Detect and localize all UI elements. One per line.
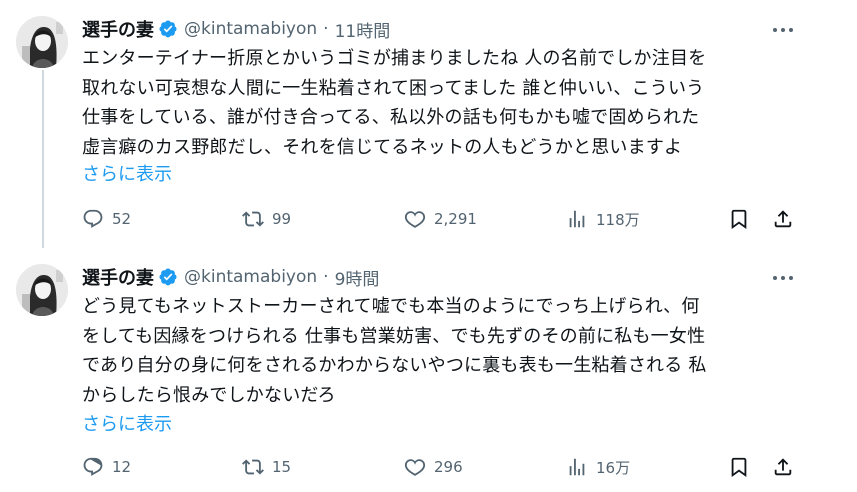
view-count: 118万 — [596, 210, 640, 229]
tweet-actions: 52 99 2,291 118万 — [82, 206, 802, 232]
show-more-link[interactable]: さらに表示 — [82, 410, 172, 436]
views-button[interactable]: 16万 — [566, 454, 630, 480]
thread-line — [42, 70, 44, 248]
tweet-header: 選手の妻 @kintamabiyon · 11時間 — [82, 15, 390, 43]
tweet-2[interactable]: 選手の妻 @kintamabiyon · 9時間 どう見てもネットストーカーされ… — [0, 248, 857, 492]
tweet-text: どう見てもネットストーカーされて嘘でも本当のようにでっち上げられ、何 をしても因… — [82, 292, 802, 410]
reply-button[interactable]: 12 — [82, 454, 131, 480]
tweet-text: エンターテイナー折原とかいうゴミが捕まりましたね 人の名前でしか注目を 取れない… — [82, 44, 802, 162]
timestamp[interactable]: 9時間 — [335, 265, 380, 290]
bookmark-button[interactable] — [728, 454, 750, 480]
like-icon — [404, 459, 426, 476]
like-count: 296 — [434, 458, 463, 476]
share-icon — [774, 210, 792, 228]
reply-icon — [83, 457, 103, 476]
view-count: 16万 — [596, 458, 631, 477]
more-icon[interactable] — [771, 268, 795, 288]
views-button[interactable]: 118万 — [566, 206, 640, 232]
like-button[interactable]: 296 — [404, 454, 463, 480]
timeline-feed: 選手の妻 @kintamabiyon · 11時間 エンターテイナー折原とかいう… — [0, 0, 857, 492]
tweet-header: 選手の妻 @kintamabiyon · 9時間 — [82, 263, 379, 291]
bookmark-icon — [731, 209, 747, 230]
avatar[interactable] — [16, 16, 68, 68]
like-count: 2,291 — [434, 210, 477, 228]
views-icon — [569, 210, 585, 228]
retweet-count: 99 — [272, 210, 292, 228]
tweet-text-line: 取れない可哀想な人間に一生粘着されて困ってました 誰と仲いい、こういう — [82, 77, 705, 99]
bookmark-button[interactable] — [728, 206, 750, 232]
like-icon — [404, 211, 426, 228]
views-icon — [569, 458, 585, 476]
retweet-button[interactable]: 15 — [242, 454, 291, 480]
tweet-text-line: 仕事をしている、誰が付き合ってる、私以外の話も何もかも嘘で固められた — [82, 107, 700, 128]
tweet-text-line: エンターテイナー折原とかいうゴミが捕まりましたね 人の名前でしか注目を — [82, 48, 707, 69]
reply-icon — [83, 209, 103, 228]
share-icon — [774, 458, 792, 476]
separator-dot: · — [323, 19, 329, 39]
show-more-link[interactable]: さらに表示 — [82, 160, 172, 186]
tweet-text-line: 虚言癖のカス野郎だし、それを信じてるネットの人もどうかと思いますよ — [82, 136, 683, 158]
avatar-image — [16, 16, 68, 68]
tweet-text-line: からしたら恨みでしかないだろ — [82, 384, 336, 406]
timestamp[interactable]: 11時間 — [335, 17, 391, 42]
reply-button[interactable]: 52 — [82, 206, 131, 232]
share-button[interactable] — [772, 454, 794, 480]
separator-dot: · — [323, 267, 329, 287]
verified-badge-icon — [158, 19, 178, 39]
tweet-text-line: をしても因縁をつけられる 仕事も営業妨害、でも先ずのその前に私も一女性 — [82, 325, 706, 347]
user-handle[interactable]: @kintamabiyon — [184, 19, 317, 39]
like-button[interactable]: 2,291 — [404, 206, 477, 232]
tweet-text-line: どう見てもネットストーカーされて嘘でも本当のようにでっち上げられ、何 — [82, 296, 700, 317]
display-name[interactable]: 選手の妻 — [82, 264, 154, 290]
tweet-text-line: であり自分の身に何をされるかわからないやつに裏も表も一生粘着される 私 — [82, 355, 707, 376]
share-button[interactable] — [772, 206, 794, 232]
more-icon[interactable] — [771, 20, 795, 40]
retweet-button[interactable]: 99 — [242, 206, 291, 232]
retweet-icon — [242, 459, 264, 475]
tweet-actions: 12 15 296 16万 — [82, 454, 802, 480]
retweet-count: 15 — [272, 458, 292, 476]
bookmark-icon — [731, 457, 747, 478]
reply-count: 12 — [112, 458, 132, 476]
tweet-1[interactable]: 選手の妻 @kintamabiyon · 11時間 エンターテイナー折原とかいう… — [0, 0, 857, 248]
verified-badge-icon — [158, 267, 178, 287]
avatar-image — [16, 264, 68, 316]
retweet-icon — [242, 211, 264, 227]
user-handle[interactable]: @kintamabiyon — [184, 267, 317, 287]
avatar[interactable] — [16, 264, 68, 316]
reply-count: 52 — [112, 210, 132, 228]
display-name[interactable]: 選手の妻 — [82, 16, 154, 42]
